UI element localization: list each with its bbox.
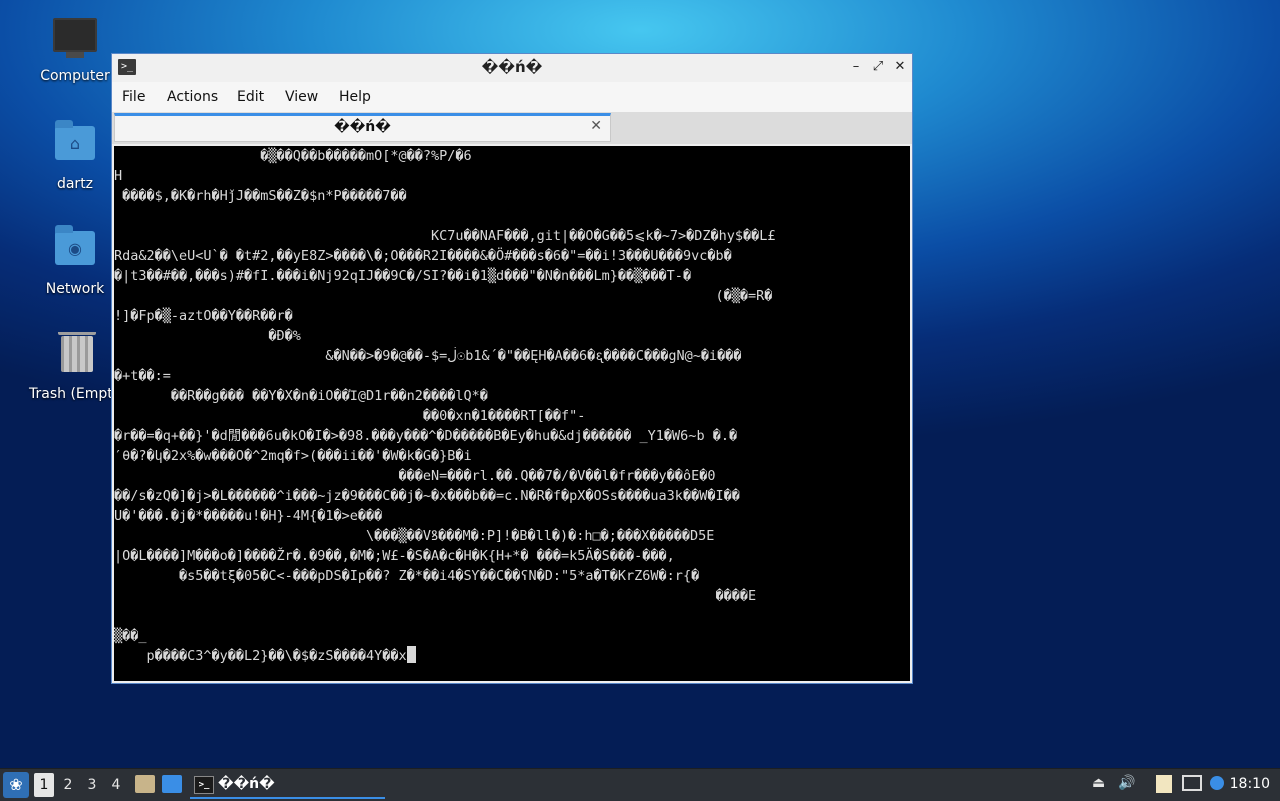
desktop-icon-computer[interactable]: Computer	[25, 18, 125, 84]
desktop-icon-home[interactable]: ⌂ dartz	[25, 120, 125, 192]
menu-help[interactable]: Help	[339, 89, 371, 105]
update-notifier-icon[interactable]	[1210, 776, 1224, 790]
desktop-icon-label: Network	[45, 281, 105, 297]
taskbar-task-terminal[interactable]: >_ ��ń�	[190, 771, 385, 799]
tray-arrow-icon[interactable]: ⏏	[1092, 775, 1105, 791]
network-status-icon[interactable]	[1182, 775, 1202, 791]
terminal-line: p����C3^�y��L2}��\�$�zS����4Y��x	[114, 646, 910, 666]
window-titlebar[interactable]: >_ ��ń� – ⤢ ✕	[112, 54, 912, 82]
menu-file[interactable]: File	[122, 89, 145, 105]
minimize-button[interactable]: –	[848, 59, 864, 75]
terminal-line: ����$,�K�rh�HǰJ��mS��Z�$n*P�����7��	[114, 188, 407, 204]
network-folder-icon: ◉	[53, 225, 97, 275]
window-title: ��ń�	[481, 58, 543, 76]
show-desktop-icon[interactable]	[162, 775, 182, 793]
close-window-button[interactable]: ✕	[892, 59, 908, 75]
desktop-icon-network[interactable]: ◉ Network	[25, 225, 125, 297]
computer-icon	[53, 18, 97, 62]
terminal-line: ����E	[114, 588, 757, 604]
tab-bar: ��ń� ✕	[112, 112, 912, 144]
terminal-text: �▒��Q��b�����mO[*@��?%P/�6 H ����$,�K�rh�…	[114, 146, 910, 666]
terminal-line: &�N��>�9�@��-$=ڶ☉b1&´�"��ĘH�A��6�ᶓ����C�…	[114, 348, 742, 364]
taskbar: ❀ 1 2 3 4 >_ ��ń� ⏏ 🔊 18:10	[0, 768, 1280, 801]
terminal-line: H	[114, 168, 123, 184]
terminal-line: !]�Fp�▒-aztO��Y��R��r�	[114, 308, 293, 324]
menu-view[interactable]: View	[285, 89, 318, 105]
workspace-3[interactable]: 3	[82, 777, 102, 793]
start-menu-button[interactable]: ❀	[3, 772, 29, 798]
menu-edit[interactable]: Edit	[237, 89, 264, 105]
terminal-line: KC7u��NAF���,git|��O�G��5⩽k�~7>�DZ�hy$��…	[114, 228, 776, 244]
terminal-line: \���▒��Vꝸ���M�:P]!�B�ll�)�:h□�;���X�����…	[114, 528, 715, 544]
terminal-task-icon: >_	[194, 776, 214, 794]
terminal-line: ��/s�zQ�]�j>�L������^i���~jz�9���C��j�~�…	[114, 488, 740, 504]
tab-close-icon[interactable]: ✕	[590, 118, 602, 134]
workspace-1[interactable]: 1	[34, 773, 54, 797]
terminal-line: ▒��_	[114, 628, 147, 644]
desktop-icon-label: dartz	[56, 176, 94, 192]
terminal-line: (�▒�=R�	[114, 288, 773, 304]
terminal-line: �s5��tξ�05�C<-���pDS�Ip��? Z�*��i4�SƳ��C…	[114, 568, 700, 584]
terminal-window: >_ ��ń� – ⤢ ✕ File Actions Edit View Hel…	[111, 53, 913, 684]
terminal-line: �r��=�q+��}'�d閒���6u�kO�I�>�98.���y���^�…	[114, 428, 738, 444]
terminal-line: �Ɖ�%	[114, 328, 301, 344]
workspace-4[interactable]: 4	[106, 777, 126, 793]
terminal-line: �+t��:=	[114, 368, 171, 384]
menu-bar: File Actions Edit View Help	[112, 82, 912, 112]
clipboard-icon[interactable]	[1156, 775, 1172, 793]
trash-icon	[55, 332, 99, 380]
terminal-line: Rda&2��\eU<U`� �t#2,��yE8Z>����\�;O���R2…	[114, 248, 732, 264]
terminal-line: ��0�xn�1����RT[��f"-	[114, 408, 586, 424]
menu-actions[interactable]: Actions	[167, 89, 218, 105]
file-manager-icon[interactable]	[135, 775, 155, 793]
terminal-cursor	[406, 646, 416, 663]
home-folder-icon: ⌂	[53, 120, 97, 170]
terminal-output[interactable]: �▒��Q��b�����mO[*@��?%P/�6 H ����$,�K�rh�…	[114, 146, 910, 681]
maximize-button[interactable]: ⤢	[870, 59, 886, 75]
terminal-line: U�'���.�j�*�����u!�H}-4M{�1�>e���	[114, 508, 383, 524]
terminal-line: �▒��Q��b�����mO[*@��?%P/�6	[114, 148, 472, 164]
desktop-icon-label: Computer	[40, 68, 110, 84]
terminal-line: |O�L����]M���o�]����Žr�.�9��,�M�;W£-�S�A…	[114, 548, 675, 564]
tab-label: ��ń�	[334, 119, 391, 135]
terminal-line: �|t3��#��,���s)#�fI.���i�Nj92qIJ��9C�/SI…	[114, 268, 692, 284]
volume-icon[interactable]: 🔊	[1118, 775, 1135, 791]
workspace-2[interactable]: 2	[58, 777, 78, 793]
terminal-line: ��R��g��� ��Y�X�n�iO��Ἰ@D1r��n2����lQ*�	[114, 388, 488, 404]
clock[interactable]: 18:10	[1230, 776, 1270, 792]
task-label: ��ń�	[218, 776, 275, 792]
tab-terminal[interactable]: ��ń� ✕	[114, 113, 611, 142]
terminal-line: ′θ�?�կ�2x%�w���O�^2mq�f>(���ii��'�W�k�G�…	[114, 448, 472, 464]
terminal-line: ���eN=���rl.��.Q��7�/�V��l�fr���y��ôE�0	[114, 468, 716, 484]
